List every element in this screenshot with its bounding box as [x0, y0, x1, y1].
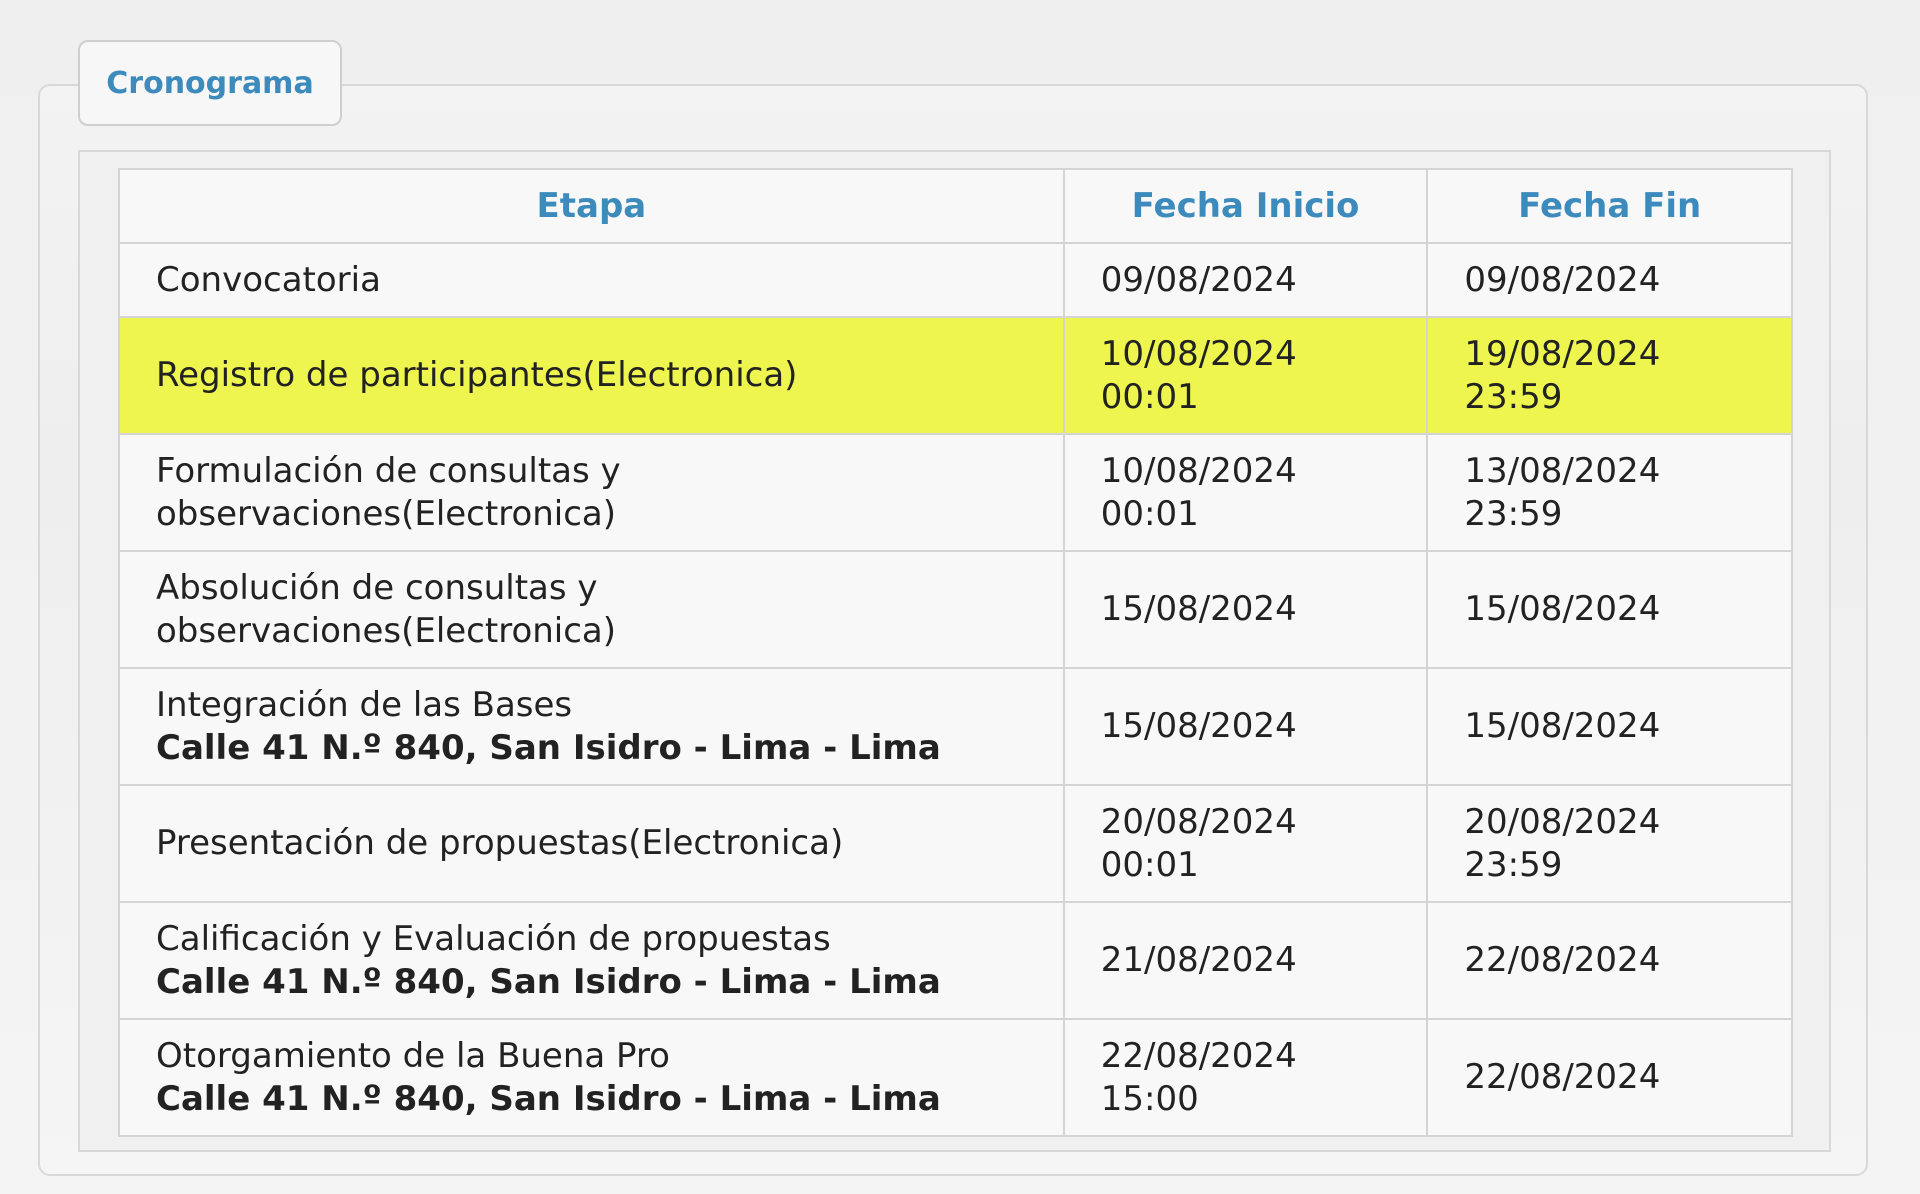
cell-etapa: Integración de las Bases Calle 41 N.º 840… [118, 667, 1065, 786]
fin-date: 09/08/2024 [1464, 259, 1661, 300]
tab-cronograma[interactable]: Cronograma [78, 40, 342, 126]
cell-etapa: Calificación y Evaluación de propuestas C… [118, 901, 1065, 1020]
cell-fecha-fin: 22/08/2024 [1426, 1018, 1793, 1137]
etapa-text: Presentación de propuestas(Electronica) [156, 823, 844, 863]
etapa-address: Calle 41 N.º 840, San Isidro - Lima - Li… [156, 961, 941, 1002]
etapa-text: Formulación de consultas y [156, 450, 621, 491]
table-row: Convocatoria 09/08/2024 09/08/2024 [118, 242, 1793, 318]
inicio-date: 22/08/2024 [1100, 1035, 1297, 1076]
fin-date: 13/08/2024 [1464, 450, 1661, 491]
cell-fecha-inicio: 10/08/2024 00:01 [1062, 433, 1429, 552]
cronograma-table: Etapa Fecha Inicio Fecha Fin Convocatori… [118, 168, 1793, 1137]
cell-etapa: Convocatoria [118, 242, 1065, 318]
fin-time: 23:59 [1464, 493, 1563, 534]
fin-date: 15/08/2024 [1464, 589, 1661, 629]
table-row: Formulación de consultas y observaciones(… [118, 433, 1793, 552]
header-fecha-inicio: Fecha Inicio [1062, 168, 1429, 244]
cell-fecha-inicio: 15/08/2024 [1062, 550, 1429, 669]
fin-date: 22/08/2024 [1464, 1057, 1661, 1097]
inicio-time: 00:01 [1100, 493, 1199, 534]
cell-fecha-fin: 22/08/2024 [1426, 901, 1793, 1020]
etapa-text: Registro de participantes(Electronica) [156, 355, 798, 395]
etapa-address: Calle 41 N.º 840, San Isidro - Lima - Li… [156, 1078, 941, 1119]
cell-fecha-fin: 13/08/2024 23:59 [1426, 433, 1793, 552]
inicio-date: 15/08/2024 [1100, 589, 1297, 629]
table-row: Integración de las Bases Calle 41 N.º 840… [118, 667, 1793, 786]
cell-etapa: Absolución de consultas y observaciones(E… [118, 550, 1065, 669]
table-row: Presentación de propuestas(Electronica) … [118, 784, 1793, 903]
header-fecha-fin: Fecha Fin [1426, 168, 1793, 244]
cell-fecha-inicio: 09/08/2024 [1062, 242, 1429, 318]
inicio-date: 09/08/2024 [1100, 259, 1297, 300]
cell-etapa: Formulación de consultas y observaciones(… [118, 433, 1065, 552]
table-row: Otorgamiento de la Buena Pro Calle 41 N.º… [118, 1018, 1793, 1137]
cell-fecha-inicio: 20/08/2024 00:01 [1062, 784, 1429, 903]
inicio-time: 00:01 [1100, 376, 1199, 417]
inicio-date: 20/08/2024 [1100, 801, 1297, 842]
cell-fecha-inicio: 15/08/2024 [1062, 667, 1429, 786]
fin-time: 23:59 [1464, 376, 1563, 417]
fin-date: 22/08/2024 [1464, 940, 1661, 980]
etapa-address: Calle 41 N.º 840, San Isidro - Lima - Li… [156, 727, 941, 768]
cell-fecha-inicio: 21/08/2024 [1062, 901, 1429, 1020]
inicio-time: 15:00 [1100, 1078, 1199, 1119]
cell-etapa: Otorgamiento de la Buena Pro Calle 41 N.º… [118, 1018, 1065, 1137]
cell-fecha-inicio: 10/08/2024 00:01 [1062, 316, 1429, 435]
fin-date: 19/08/2024 [1464, 333, 1661, 374]
inicio-date: 10/08/2024 [1100, 450, 1297, 491]
cronograma-container: Etapa Fecha Inicio Fecha Fin Convocatori… [78, 150, 1831, 1152]
inicio-date: 10/08/2024 [1100, 333, 1297, 374]
etapa-text: Convocatoria [156, 259, 381, 300]
cell-etapa: Registro de participantes(Electronica) [118, 316, 1065, 435]
table-row: Calificación y Evaluación de propuestas C… [118, 901, 1793, 1020]
etapa-text-line2: observaciones(Electronica) [156, 610, 617, 651]
etapa-text: Calificación y Evaluación de propuestas [156, 918, 831, 959]
inicio-date: 21/08/2024 [1100, 940, 1297, 980]
etapa-text-line2: observaciones(Electronica) [156, 493, 617, 534]
cell-etapa: Presentación de propuestas(Electronica) [118, 784, 1065, 903]
cell-fecha-fin: 15/08/2024 [1426, 667, 1793, 786]
fin-date: 20/08/2024 [1464, 801, 1661, 842]
fin-time: 23:59 [1464, 844, 1563, 885]
table-row: Absolución de consultas y observaciones(E… [118, 550, 1793, 669]
cell-fecha-fin: 15/08/2024 [1426, 550, 1793, 669]
etapa-text: Otorgamiento de la Buena Pro [156, 1035, 670, 1076]
table-row-current: Registro de participantes(Electronica) 1… [118, 316, 1793, 435]
cell-fecha-fin: 20/08/2024 23:59 [1426, 784, 1793, 903]
fin-date: 15/08/2024 [1464, 706, 1661, 746]
header-etapa: Etapa [118, 168, 1065, 244]
page: Cronograma Etapa Fecha Inicio Fecha Fin … [0, 0, 1920, 1194]
cell-fecha-fin: 19/08/2024 23:59 [1426, 316, 1793, 435]
etapa-text: Integración de las Bases [156, 684, 573, 725]
cell-fecha-fin: 09/08/2024 [1426, 242, 1793, 318]
inicio-time: 00:01 [1100, 844, 1199, 885]
etapa-text: Absolución de consultas y [156, 567, 598, 608]
table-header-row: Etapa Fecha Inicio Fecha Fin [118, 168, 1793, 244]
cell-fecha-inicio: 22/08/2024 15:00 [1062, 1018, 1429, 1137]
inicio-date: 15/08/2024 [1100, 706, 1297, 746]
